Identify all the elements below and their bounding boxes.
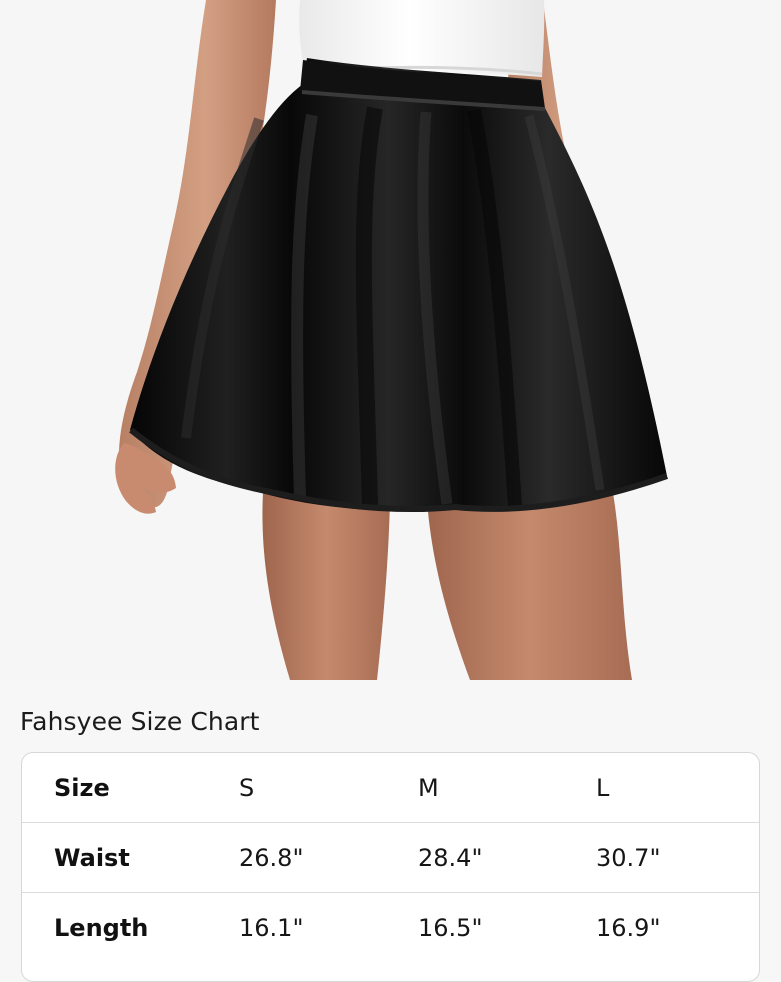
length-row: Length 16.1" 16.5" 16.9"	[22, 893, 759, 963]
size-m-header: M	[418, 773, 439, 802]
skirt-model-illustration	[0, 0, 781, 680]
size-l-header: L	[596, 773, 610, 802]
waist-s-value: 26.8"	[239, 843, 304, 872]
waist-m-value: 28.4"	[418, 843, 483, 872]
waist-label: Waist	[54, 843, 130, 872]
size-chart-table: Size S M L Waist 26.8" 28.4" 30.7" Lengt…	[21, 752, 760, 982]
size-header-label: Size	[54, 773, 110, 802]
waist-row: Waist 26.8" 28.4" 30.7"	[22, 823, 759, 893]
size-header-row: Size S M L	[22, 753, 759, 823]
length-m-value: 16.5"	[418, 914, 483, 942]
product-image	[0, 0, 781, 680]
length-s-value: 16.1"	[239, 914, 304, 942]
size-chart-title: Fahsyee Size Chart	[20, 707, 260, 736]
length-label: Length	[54, 914, 149, 942]
length-l-value: 16.9"	[596, 914, 661, 942]
waist-l-value: 30.7"	[596, 843, 661, 872]
size-s-header: S	[239, 773, 255, 802]
